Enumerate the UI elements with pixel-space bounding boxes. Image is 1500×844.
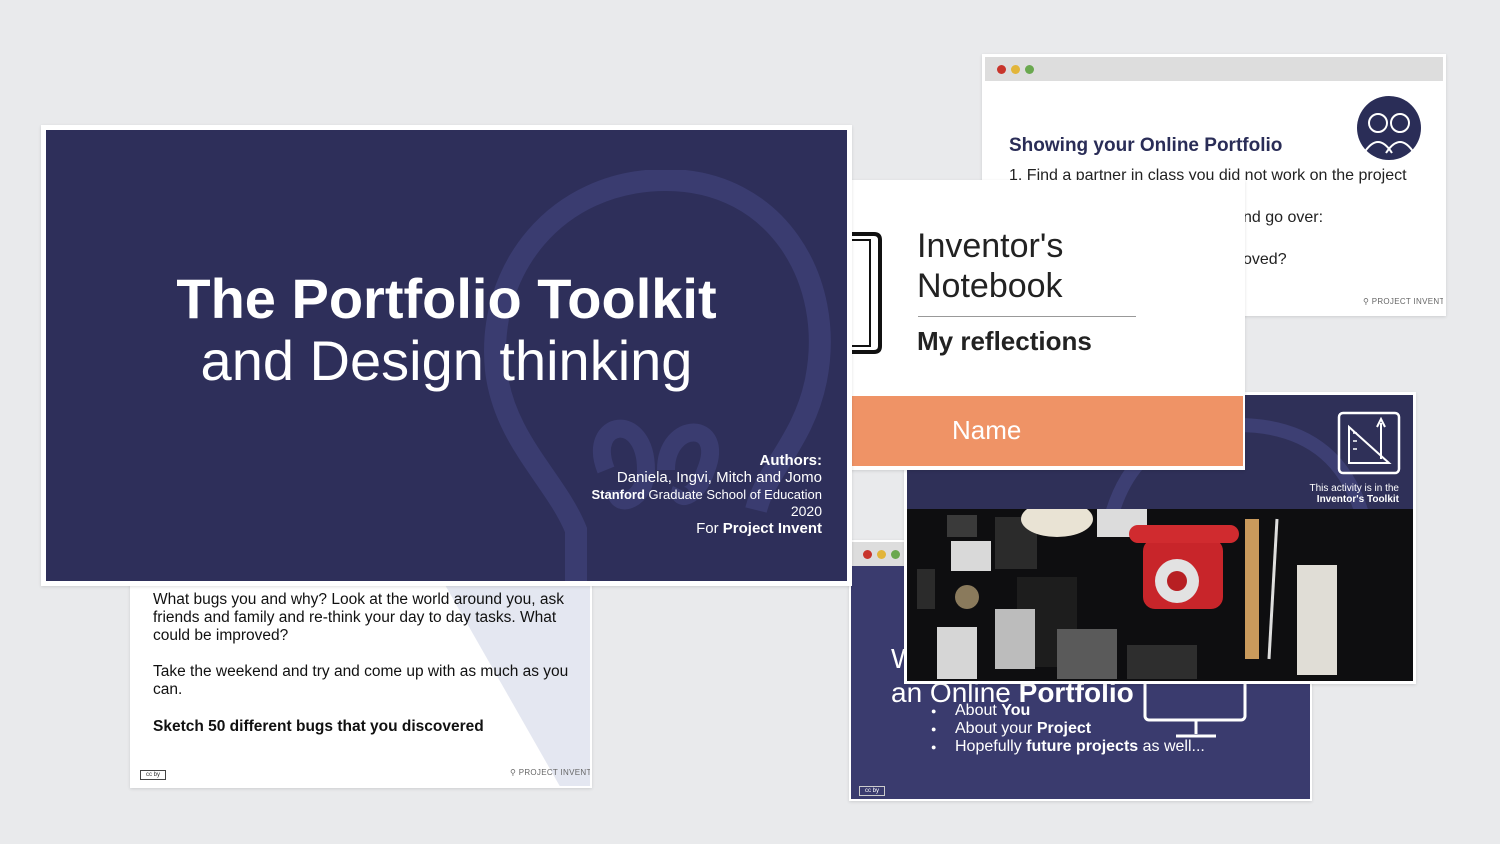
- list-item: About You: [931, 702, 1205, 720]
- notebook-subtitle: My reflections: [917, 326, 1092, 356]
- minimize-dot-icon: [877, 550, 886, 559]
- weekend-text: Take the weekend and try and come up wit…: [153, 663, 569, 698]
- maximize-dot-icon: [891, 550, 900, 559]
- authors-block: Authors: Daniela, Ingvi, Mitch and Jomo …: [591, 452, 822, 537]
- bugs-activity-slide: What bugs you and why? Look at the world…: [130, 560, 592, 788]
- main-title: The Portfolio Toolkit: [176, 267, 717, 330]
- inventors-notebook-slide: Inventor's Notebook My reflections Name: [848, 180, 1245, 470]
- window-controls: [997, 65, 1034, 74]
- bugs-question-text: What bugs you and why? Look at the world…: [153, 591, 564, 644]
- minimize-dot-icon: [1011, 65, 1020, 74]
- for-line: For Project Invent: [696, 520, 822, 537]
- notebook-title: Inventor's Notebook: [917, 227, 1064, 305]
- creative-commons-badge: cc by: [859, 786, 885, 796]
- vintage-objects-photo: [907, 509, 1413, 681]
- list-item: Hopefully future projects as well...: [931, 738, 1205, 756]
- two-people-icon: [1357, 96, 1421, 160]
- drafting-tools-icon: [1337, 411, 1401, 475]
- window-controls: [863, 550, 900, 559]
- school-line: Stanford Graduate School of Education: [591, 487, 822, 502]
- window-chrome-bar: [985, 57, 1443, 81]
- portfolio-bullet-list: About You About your Project Hopefully f…: [931, 702, 1205, 756]
- slide-title: Showing your Online Portfolio: [1009, 135, 1283, 156]
- main-subtitle: and Design thinking: [200, 329, 693, 392]
- project-invent-logo: ⚲ PROJECT INVENT: [510, 768, 592, 777]
- notebook-bracket-icon: [850, 232, 882, 354]
- authors-label: Authors:: [759, 452, 823, 469]
- close-dot-icon: [997, 65, 1006, 74]
- main-title-slide: The Portfolio Toolkit and Design thinkin…: [41, 125, 852, 586]
- name-bar: [850, 396, 1243, 466]
- instruction-line-2: nd go over:: [1243, 209, 1324, 226]
- divider: [918, 316, 1136, 317]
- project-invent-logo: ⚲ PROJECT INVENT: [1363, 297, 1445, 306]
- toolkit-note: This activity is in the Inventor's Toolk…: [1309, 483, 1399, 505]
- name-label: Name: [952, 415, 1022, 445]
- authors-names: Daniela, Ingvi, Mitch and Jomo: [616, 469, 822, 486]
- sketch-task-text: Sketch 50 different bugs that you discov…: [153, 718, 484, 735]
- list-item: About your Project: [931, 720, 1205, 738]
- creative-commons-badge: cc by: [140, 770, 166, 780]
- instruction-line-3: oved?: [1243, 251, 1287, 268]
- maximize-dot-icon: [1025, 65, 1034, 74]
- close-dot-icon: [863, 550, 872, 559]
- year: 2020: [790, 503, 822, 519]
